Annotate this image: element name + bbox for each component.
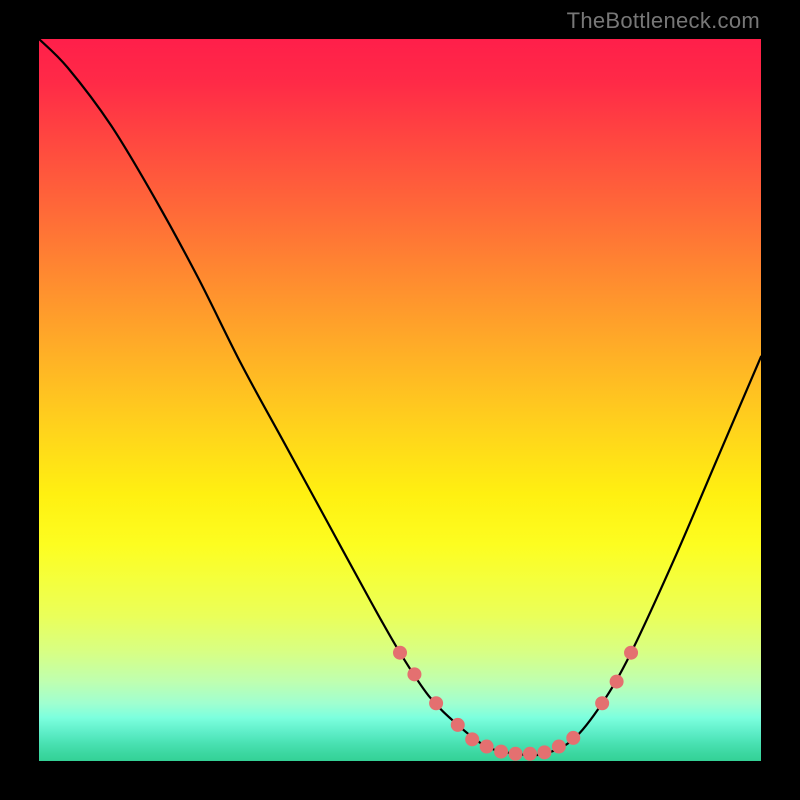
curve-marker	[537, 745, 551, 759]
curve-marker	[552, 740, 566, 754]
curve-marker	[407, 667, 421, 681]
curve-marker	[393, 646, 407, 660]
curve-marker	[451, 718, 465, 732]
chart-svg	[39, 39, 761, 761]
curve-marker	[523, 747, 537, 761]
marker-group	[393, 646, 638, 761]
curve-marker	[480, 740, 494, 754]
curve-marker	[566, 731, 580, 745]
curve-marker	[624, 646, 638, 660]
curve-marker	[494, 745, 508, 759]
curve-marker	[509, 747, 523, 761]
curve-marker	[610, 675, 624, 689]
plot-area	[39, 39, 761, 761]
chart-frame: TheBottleneck.com	[0, 0, 800, 800]
attribution-label: TheBottleneck.com	[567, 8, 760, 34]
curve-marker	[429, 696, 443, 710]
curve-marker	[595, 696, 609, 710]
curve-marker	[465, 732, 479, 746]
